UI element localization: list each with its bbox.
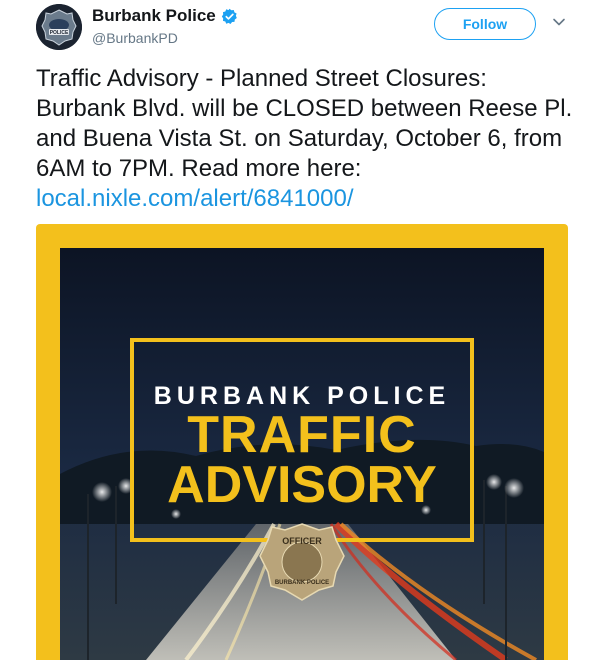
svg-text:OFFICER: OFFICER [282, 536, 322, 546]
tweet-text: Traffic Advisory - Planned Street Closur… [36, 65, 573, 182]
follow-button[interactable]: Follow [434, 8, 536, 40]
account-handle[interactable]: @BurbankPD [92, 30, 178, 46]
verified-badge-icon [221, 8, 237, 24]
account-name[interactable]: Burbank Police [92, 6, 216, 26]
police-badge-icon: POLICE [36, 4, 82, 50]
tweet-header: POLICE Burbank Police @BurbankPD Follow [0, 0, 600, 56]
svg-text:POLICE: POLICE [50, 30, 69, 36]
graphic-title-line1: TRAFFIC [187, 406, 417, 464]
tweet-link[interactable]: local.nixle.com/alert/6841000/ [36, 184, 576, 214]
tweet-body: Traffic Advisory - Planned Street Closur… [36, 64, 576, 214]
profile-avatar[interactable]: POLICE [36, 4, 82, 50]
svg-text:BURBANK POLICE: BURBANK POLICE [275, 580, 329, 586]
tweet-media-image[interactable]: OFFICER BURBANK POLICE BURBANK POLICE TR… [36, 224, 568, 660]
chevron-down-icon[interactable] [551, 14, 567, 30]
graphic-title-line2: ADVISORY [167, 456, 437, 514]
